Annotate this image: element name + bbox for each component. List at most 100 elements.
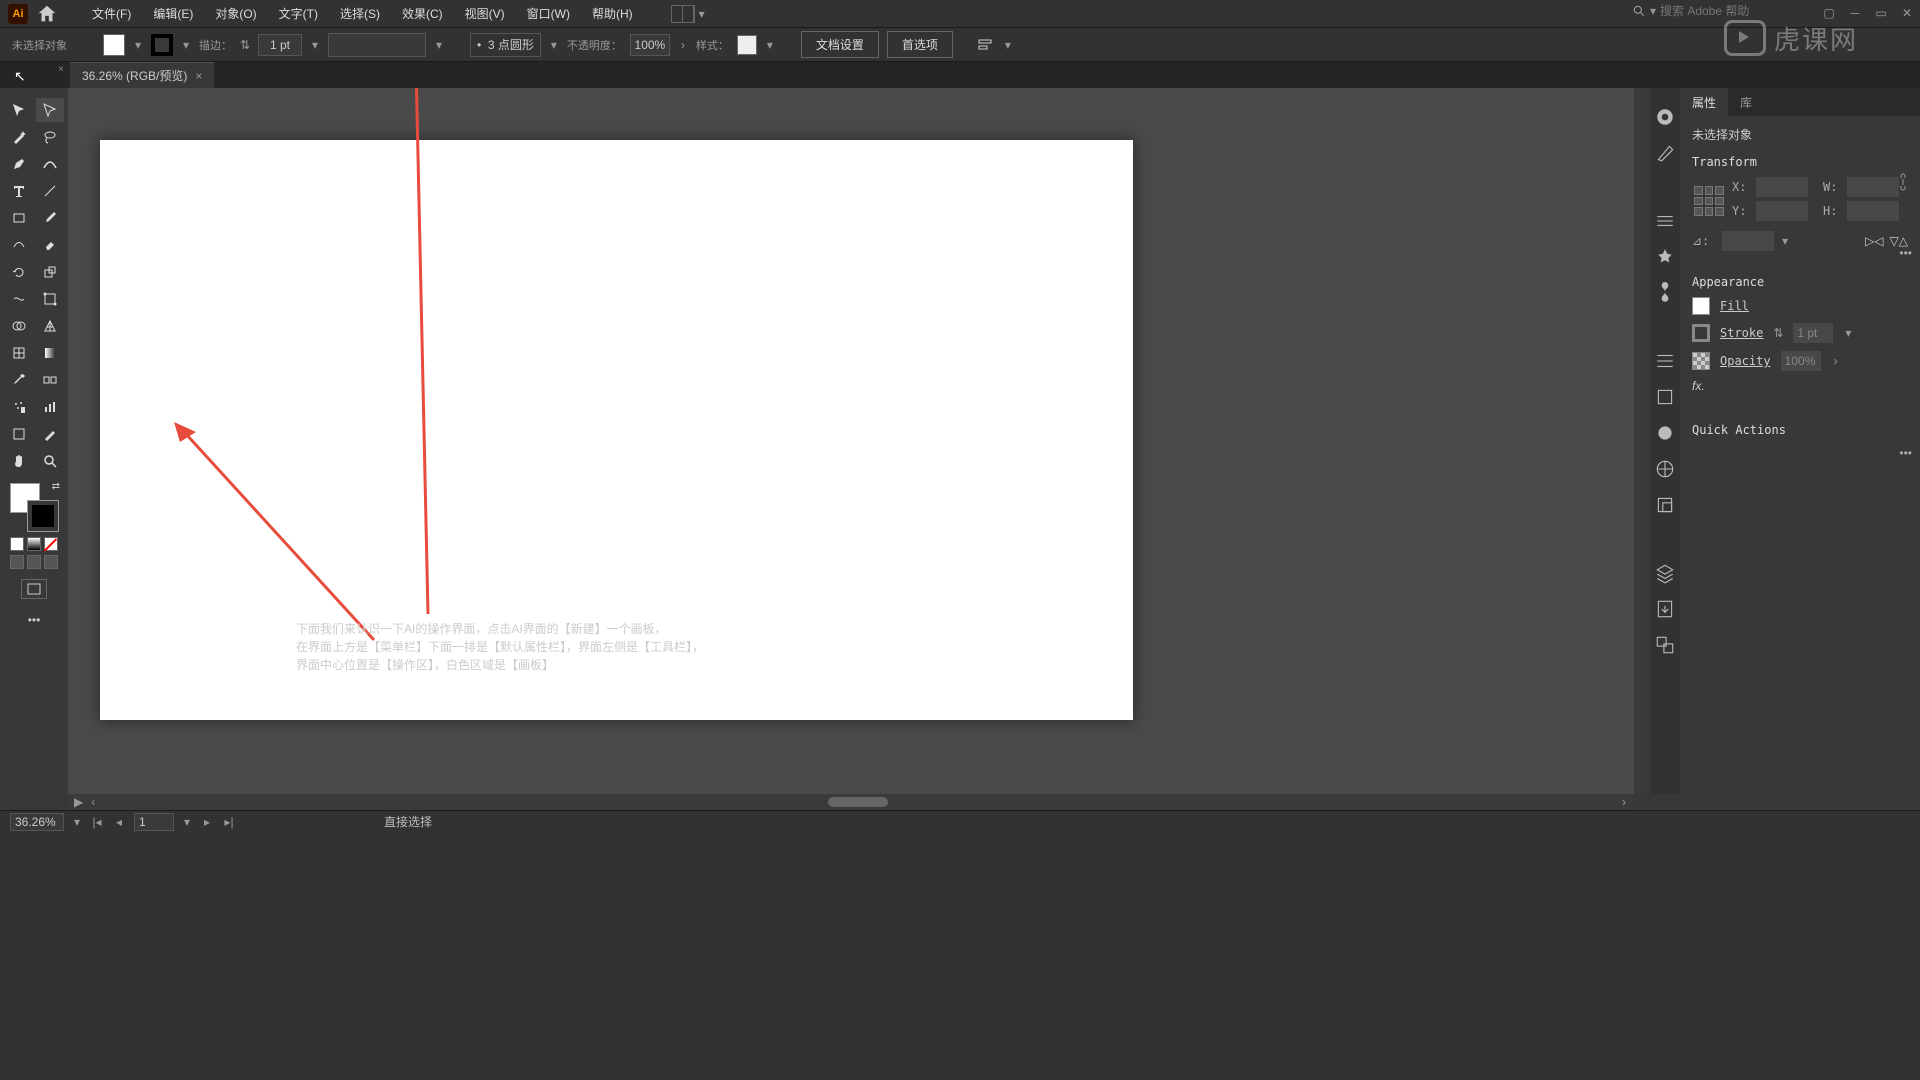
artboard-tool[interactable] xyxy=(5,422,33,446)
none-mode-icon[interactable] xyxy=(44,537,58,551)
x-input[interactable] xyxy=(1756,177,1808,197)
stroke-swatch[interactable] xyxy=(1692,324,1710,342)
gradient-mode-icon[interactable] xyxy=(27,537,41,551)
horizontal-scrollbar[interactable]: ▶ ‹ › xyxy=(68,794,1634,810)
chevron-down-icon[interactable]: ▾ xyxy=(765,38,775,52)
stepper-icon[interactable]: ⇅ xyxy=(1773,326,1783,340)
menu-select[interactable]: 选择(S) xyxy=(330,1,390,26)
h-input[interactable] xyxy=(1847,201,1899,221)
graphic-styles-panel-icon[interactable] xyxy=(1654,458,1676,480)
menu-window[interactable]: 窗口(W) xyxy=(517,1,580,26)
width-tool[interactable] xyxy=(5,287,33,311)
next-artboard-icon[interactable]: ▸ xyxy=(200,815,214,829)
magic-wand-tool[interactable] xyxy=(5,125,33,149)
y-input[interactable] xyxy=(1756,201,1808,221)
perspective-tool[interactable] xyxy=(36,314,64,338)
slice-tool[interactable] xyxy=(36,422,64,446)
close-icon[interactable]: × xyxy=(58,64,64,75)
document-setup-button[interactable]: 文档设置 xyxy=(801,31,879,58)
draw-inside-icon[interactable] xyxy=(44,555,58,569)
style-swatch[interactable] xyxy=(737,35,757,55)
transparency-panel-icon[interactable] xyxy=(1654,494,1676,516)
hand-tool[interactable] xyxy=(5,449,33,473)
blend-tool[interactable] xyxy=(36,368,64,392)
draw-behind-icon[interactable] xyxy=(27,555,41,569)
stroke-color[interactable] xyxy=(28,501,58,531)
reference-point[interactable] xyxy=(1692,184,1726,218)
graph-tool[interactable] xyxy=(36,395,64,419)
chevron-left-icon[interactable]: ‹ xyxy=(91,795,95,809)
zoom-select[interactable] xyxy=(10,813,64,831)
fill-stroke-control[interactable]: ⇄ xyxy=(10,483,58,531)
align-panel-icon[interactable] xyxy=(1654,350,1676,372)
stroke-width-input[interactable] xyxy=(258,34,302,56)
opacity-input[interactable] xyxy=(1781,351,1821,371)
fill-swatch[interactable] xyxy=(103,34,125,56)
color-mode-icon[interactable] xyxy=(10,537,24,551)
arrange-documents-icon[interactable] xyxy=(671,5,695,23)
appearance-panel-icon[interactable] xyxy=(1654,422,1676,444)
chevron-right-icon[interactable]: › xyxy=(1622,795,1626,809)
rotate-tool[interactable] xyxy=(5,260,33,284)
mesh-tool[interactable] xyxy=(5,341,33,365)
stroke-width-input[interactable] xyxy=(1793,323,1833,343)
line-tool[interactable] xyxy=(36,179,64,203)
tab-libraries[interactable]: 库 xyxy=(1728,88,1764,116)
eraser-tool[interactable] xyxy=(36,233,64,257)
preferences-button[interactable]: 首选项 xyxy=(887,31,953,58)
menu-help[interactable]: 帮助(H) xyxy=(582,1,643,26)
more-options-icon[interactable]: ••• xyxy=(1899,246,1912,260)
chevron-right-icon[interactable]: › xyxy=(678,38,688,52)
menu-type[interactable]: 文字(T) xyxy=(269,1,328,26)
opacity-label[interactable]: Opacity xyxy=(1720,354,1771,368)
fill-label[interactable]: Fill xyxy=(1720,299,1749,313)
stroke-label[interactable]: Stroke xyxy=(1720,326,1763,340)
chevron-down-icon[interactable]: ▾ xyxy=(181,38,191,52)
fx-label[interactable]: fx. xyxy=(1692,379,1908,393)
stroke-panel-icon[interactable] xyxy=(1654,210,1676,232)
w-input[interactable] xyxy=(1847,177,1899,197)
play-icon[interactable]: ▶ xyxy=(74,795,83,809)
paintbrush-tool[interactable] xyxy=(36,206,64,230)
menu-object[interactable]: 对象(O) xyxy=(205,1,266,26)
brushes-panel-icon[interactable] xyxy=(1654,282,1676,304)
eyedropper-tool[interactable] xyxy=(5,368,33,392)
brush-select[interactable]: • 3 点圆形 xyxy=(470,33,541,57)
fill-swatch[interactable] xyxy=(1692,297,1710,315)
type-tool[interactable] xyxy=(5,179,33,203)
zoom-tool[interactable] xyxy=(36,449,64,473)
vertical-scrollbar[interactable] xyxy=(1634,88,1650,794)
angle-input[interactable] xyxy=(1722,231,1774,251)
shape-builder-tool[interactable] xyxy=(5,314,33,338)
menu-edit[interactable]: 编辑(E) xyxy=(143,1,203,26)
chevron-down-icon[interactable]: ▾ xyxy=(310,38,320,52)
chevron-down-icon[interactable]: ▾ xyxy=(434,38,444,52)
chevron-down-icon[interactable]: ▾ xyxy=(182,815,192,829)
shaper-tool[interactable] xyxy=(5,233,33,257)
scrollbar-thumb[interactable] xyxy=(828,797,888,807)
close-icon[interactable]: × xyxy=(195,69,202,83)
rectangle-tool[interactable] xyxy=(5,206,33,230)
chevron-down-icon[interactable]: ▾ xyxy=(133,38,143,52)
prev-artboard-icon[interactable]: ◂ xyxy=(112,815,126,829)
direct-selection-tool[interactable] xyxy=(36,98,64,122)
selection-tool[interactable] xyxy=(5,98,33,122)
first-artboard-icon[interactable]: |◂ xyxy=(90,815,104,829)
chevron-down-icon[interactable]: ▾ xyxy=(1780,234,1790,248)
flip-h-icon[interactable]: ▷◁ xyxy=(1865,234,1883,248)
stepper-icon[interactable]: ⇅ xyxy=(240,38,250,52)
swatches-panel-icon[interactable] xyxy=(1654,142,1676,164)
lasso-tool[interactable] xyxy=(36,125,64,149)
draw-normal-icon[interactable] xyxy=(10,555,24,569)
opacity-swatch[interactable] xyxy=(1692,352,1710,370)
stroke-profile-select[interactable] xyxy=(328,33,426,57)
more-options-icon[interactable]: ••• xyxy=(1899,446,1912,460)
menu-view[interactable]: 视图(V) xyxy=(455,1,515,26)
transform-panel-icon[interactable] xyxy=(1654,386,1676,408)
chevron-right-icon[interactable]: › xyxy=(1831,354,1841,368)
chevron-down-icon[interactable]: ▾ xyxy=(697,7,707,21)
chevron-down-icon[interactable]: ▾ xyxy=(1843,326,1853,340)
free-transform-tool[interactable] xyxy=(36,287,64,311)
gradient-tool[interactable] xyxy=(36,341,64,365)
home-icon[interactable] xyxy=(36,3,58,25)
